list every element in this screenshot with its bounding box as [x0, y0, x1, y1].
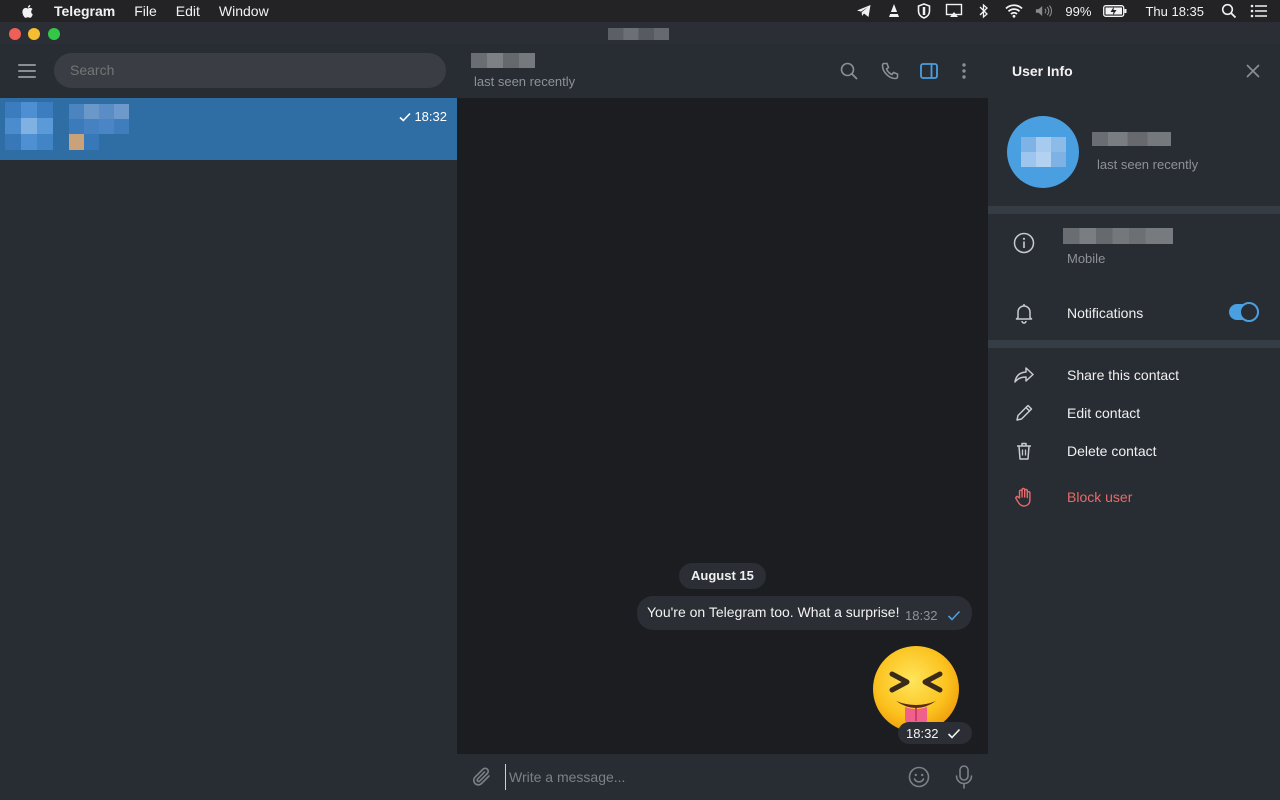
- window-close-button[interactable]: [9, 28, 21, 40]
- menubar-clock[interactable]: Thu 18:35: [1145, 4, 1204, 19]
- share-contact-label: Share this contact: [1067, 367, 1180, 383]
- window-zoom-button[interactable]: [48, 28, 60, 40]
- hand-stop-icon: [1015, 487, 1031, 507]
- chat-peer-status: last seen recently: [474, 74, 576, 89]
- chat-avatar-redacted: [5, 102, 53, 150]
- pencil-icon: [1016, 404, 1033, 421]
- bell-icon: [1015, 304, 1033, 324]
- sent-check-icon: [947, 610, 961, 621]
- notifications-label: Notifications: [1067, 305, 1144, 321]
- spotlight-search-icon[interactable]: [1220, 2, 1238, 20]
- notification-center-icon[interactable]: [1250, 2, 1268, 20]
- window-title-redacted: [608, 28, 669, 40]
- vlc-icon[interactable]: [885, 2, 903, 20]
- telegram-icon[interactable]: [855, 2, 873, 20]
- info-icon: [1013, 232, 1035, 254]
- window-titlebar: [0, 22, 1280, 44]
- read-check-icon: [399, 112, 412, 122]
- menu-bar: Telegram File Edit Window 99% Thu 18:35: [0, 0, 1280, 22]
- delete-contact-row[interactable]: Delete contact: [988, 432, 1280, 468]
- section-divider: [988, 206, 1280, 214]
- user-info-panel: User Info last seen recently Mobile Noti…: [988, 44, 1280, 800]
- sticker-time-badge: 18:32: [898, 722, 972, 744]
- date-separator: August 15: [679, 563, 766, 589]
- message-composer: [457, 754, 988, 800]
- sticker-time: 18:32: [906, 725, 939, 741]
- battery-icon[interactable]: [1103, 2, 1127, 20]
- message-input[interactable]: [505, 764, 885, 790]
- squinting-face-with-tongue-sticker[interactable]: [872, 645, 960, 733]
- phone-number-redacted[interactable]: [1063, 228, 1173, 244]
- airplay-icon[interactable]: [945, 2, 963, 20]
- status-area: 99% Thu 18:35: [855, 0, 1280, 22]
- trash-icon: [1017, 442, 1031, 460]
- edit-contact-row[interactable]: Edit contact: [988, 394, 1280, 430]
- chat-time-label: 18:32: [414, 109, 447, 124]
- menu-file[interactable]: File: [134, 3, 157, 19]
- chat-name-redacted: [69, 104, 129, 150]
- chat-title-redacted[interactable]: [471, 53, 535, 68]
- share-contact-row[interactable]: Share this contact: [988, 356, 1280, 392]
- sidebar-toggle-icon[interactable]: [919, 61, 939, 81]
- user-name-redacted: [1092, 132, 1171, 146]
- bluetooth-icon[interactable]: [975, 2, 993, 20]
- chat-header: last seen recently: [457, 44, 988, 98]
- message-bubble[interactable]: You're on Telegram too. What a surprise!…: [637, 596, 972, 630]
- delete-contact-label: Delete contact: [1067, 443, 1157, 459]
- block-user-label: Block user: [1067, 489, 1133, 505]
- user-info-title: User Info: [1012, 63, 1073, 79]
- user-avatar[interactable]: [1007, 116, 1079, 188]
- volume-icon[interactable]: [1035, 2, 1053, 20]
- phone-type-label: Mobile: [1067, 251, 1106, 266]
- search-icon[interactable]: [839, 61, 859, 81]
- shield-icon[interactable]: [915, 2, 933, 20]
- notifications-toggle[interactable]: [1229, 302, 1259, 322]
- phone-call-icon[interactable]: [880, 61, 900, 81]
- sent-check-icon: [947, 728, 960, 739]
- edit-contact-label: Edit contact: [1067, 405, 1141, 421]
- search-input[interactable]: [54, 53, 446, 88]
- menu-app-telegram[interactable]: Telegram: [54, 3, 115, 19]
- share-arrow-icon: [1014, 367, 1034, 383]
- message-text: You're on Telegram too. What a surprise!: [647, 604, 900, 620]
- block-user-row[interactable]: Block user: [988, 478, 1280, 514]
- menu-edit[interactable]: Edit: [176, 3, 200, 19]
- message-area: August 15 You're on Telegram too. What a…: [457, 98, 988, 754]
- chat-list-item[interactable]: 18:32: [0, 98, 457, 160]
- microphone-icon[interactable]: [954, 765, 974, 789]
- user-status: last seen recently: [1097, 157, 1199, 172]
- emoji-icon[interactable]: [908, 766, 930, 788]
- message-time: 18:32: [905, 608, 938, 623]
- paperclip-icon[interactable]: [471, 766, 493, 788]
- apple-icon[interactable]: [20, 3, 36, 19]
- toggle-knob: [1239, 302, 1259, 322]
- section-divider: [988, 340, 1280, 348]
- close-icon[interactable]: [1246, 64, 1260, 78]
- window-minimize-button[interactable]: [28, 28, 40, 40]
- battery-percent[interactable]: 99%: [1065, 4, 1091, 19]
- chat-last-message-time: 18:32: [399, 109, 447, 124]
- hamburger-menu-icon[interactable]: [18, 64, 36, 78]
- more-vertical-icon[interactable]: [954, 61, 974, 81]
- wifi-icon[interactable]: [1005, 2, 1024, 20]
- chat-list-panel: 18:32: [0, 44, 457, 800]
- menu-window[interactable]: Window: [219, 3, 269, 19]
